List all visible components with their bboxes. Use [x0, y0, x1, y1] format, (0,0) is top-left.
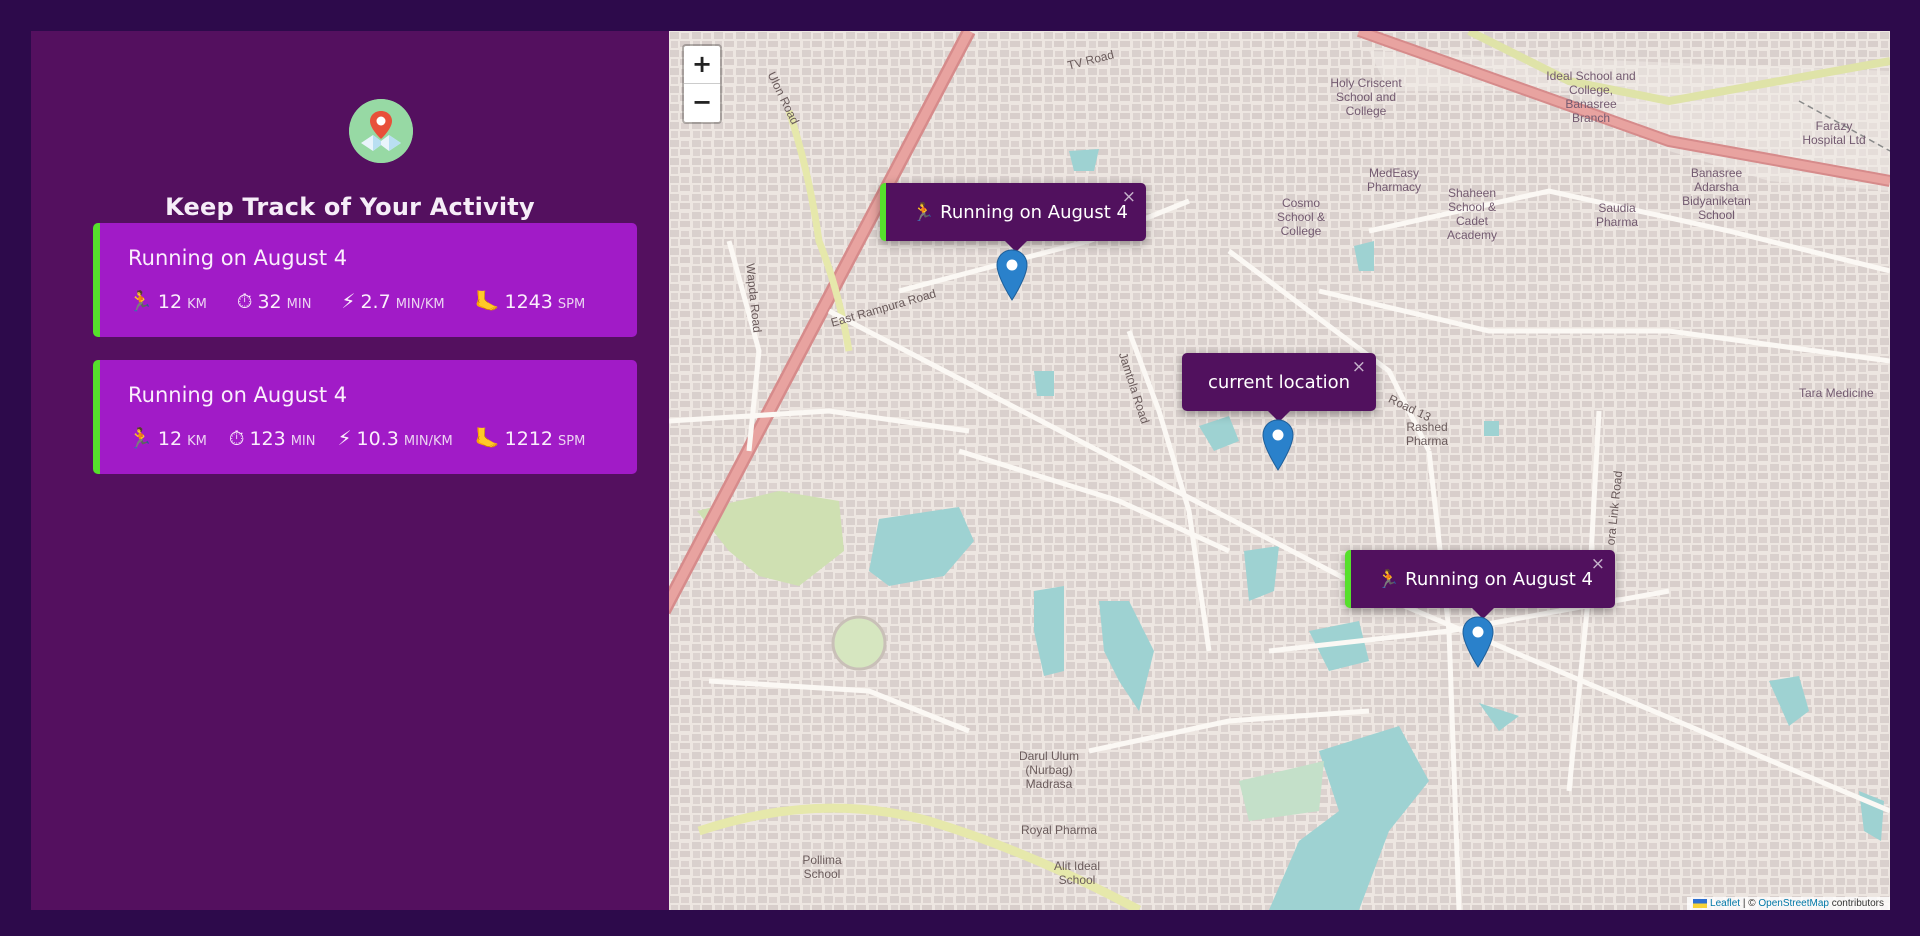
leaflet-link[interactable]: Leaflet: [1710, 898, 1740, 909]
map-label: MedEasy Pharmacy: [1366, 166, 1422, 194]
runner-icon: 🏃: [912, 201, 935, 223]
map-pin-icon: [349, 99, 413, 163]
distance-value: 12: [157, 291, 183, 313]
workout-card[interactable]: Running on August 4 🏃 12 km ⏱ 123 min ⚡ …: [93, 360, 637, 474]
pace-unit: min/km: [403, 434, 453, 449]
page-title: Keep Track of Your Activity: [165, 193, 535, 221]
duration-unit: min: [286, 297, 312, 312]
pace-value: 2.7: [360, 291, 391, 313]
pace-stat: ⚡ 10.3 min/km: [338, 426, 453, 450]
map-marker-icon[interactable]: [1462, 616, 1494, 668]
zoom-in-button[interactable]: +: [684, 46, 720, 84]
runner-icon: 🏃: [128, 426, 153, 450]
map-attribution: Leaflet | © OpenStreetMap contributors: [1687, 897, 1890, 910]
map-label: Pollima School: [802, 853, 842, 881]
map-label: Shaheen School & Cadet Academy: [1446, 186, 1498, 242]
popup-close-button[interactable]: ×: [1122, 187, 1136, 207]
workout-popup[interactable]: 🏃 Running on August 4 ×: [1345, 550, 1615, 619]
map-label: Holy Criscent School and College: [1330, 76, 1402, 118]
lightning-icon: ⚡: [341, 289, 356, 313]
foot-icon: 🦶: [474, 289, 500, 313]
duration-value: 32: [257, 291, 282, 313]
location-popup[interactable]: current location ×: [1182, 353, 1376, 422]
cadence-value: 1243: [504, 291, 553, 313]
popup-close-button[interactable]: ×: [1591, 554, 1605, 574]
stopwatch-icon: ⏱: [228, 426, 245, 450]
workout-stats: 🏃 12 km ⏱ 32 min ⚡ 2.7 min/km 🦶 1243 spm: [128, 289, 615, 313]
map[interactable]: TV Road East Rampura Road Jamtola Road W…: [669, 31, 1890, 910]
popup-close-button[interactable]: ×: [1352, 357, 1366, 377]
pace-stat: ⚡ 2.7 min/km: [341, 289, 444, 313]
zoom-out-button[interactable]: −: [684, 84, 720, 122]
pace-value: 10.3: [356, 428, 399, 450]
workout-stats: 🏃 12 km ⏱ 123 min ⚡ 10.3 min/km 🦶 1212 s…: [128, 426, 607, 450]
duration-stat: ⏱ 123 min: [229, 426, 316, 450]
map-label: Rashed Pharma: [1405, 420, 1449, 448]
cadence-value: 1212: [504, 428, 554, 450]
cadence-stat: 🦶 1212 spm: [475, 426, 586, 450]
lightning-icon: ⚡: [337, 426, 352, 450]
map-label: Saudia Pharma: [1595, 201, 1639, 229]
map-label: Banasree Adarsha Bidyaniketan School: [1682, 166, 1751, 222]
pace-unit: min/km: [395, 297, 445, 312]
runner-icon: 🏃: [1377, 568, 1400, 590]
ukraine-flag-icon: [1693, 898, 1708, 908]
map-marker-icon[interactable]: [996, 249, 1028, 301]
distance-value: 12: [157, 428, 183, 450]
map-label: Cosmo School & College: [1276, 196, 1326, 238]
distance-unit: km: [187, 434, 207, 449]
map-label: Alit Ideal School: [1053, 859, 1101, 887]
workout-card[interactable]: Running on August 4 🏃 12 km ⏱ 32 min ⚡ 2…: [93, 223, 637, 337]
map-marker-icon[interactable]: [1262, 419, 1294, 471]
zoom-control: + −: [682, 44, 722, 124]
duration-unit: min: [290, 434, 316, 449]
sidebar: Keep Track of Your Activity Running on A…: [31, 31, 669, 910]
cadence-unit: spm: [557, 297, 586, 312]
map-label: Tara Medicine: [1799, 386, 1874, 400]
distance-stat: 🏃 12 km: [128, 289, 207, 313]
map-label: Farazy Hospital Ltd: [1802, 119, 1866, 147]
map-label: Ideal School and College, Banasree Branc…: [1546, 69, 1636, 125]
popup-text: 🏃 Running on August 4: [1377, 568, 1593, 590]
workout-title: Running on August 4: [128, 246, 348, 270]
map-label: Darul Ulum (Nurbag) Madrasa: [1018, 749, 1079, 791]
foot-icon: 🦶: [474, 426, 500, 450]
duration-value: 123: [249, 428, 286, 450]
workout-popup[interactable]: 🏃 Running on August 4 ×: [880, 183, 1146, 252]
osm-link[interactable]: OpenStreetMap: [1758, 898, 1829, 909]
stopwatch-icon: ⏱: [236, 289, 253, 313]
runner-icon: 🏃: [128, 289, 153, 313]
workout-title: Running on August 4: [128, 383, 348, 407]
distance-unit: km: [187, 297, 207, 312]
distance-stat: 🏃 12 km: [128, 426, 207, 450]
cadence-unit: spm: [558, 434, 586, 449]
map-label: Royal Pharma: [1021, 823, 1098, 837]
duration-stat: ⏱ 32 min: [237, 289, 312, 313]
cadence-stat: 🦶 1243 spm: [475, 289, 586, 313]
